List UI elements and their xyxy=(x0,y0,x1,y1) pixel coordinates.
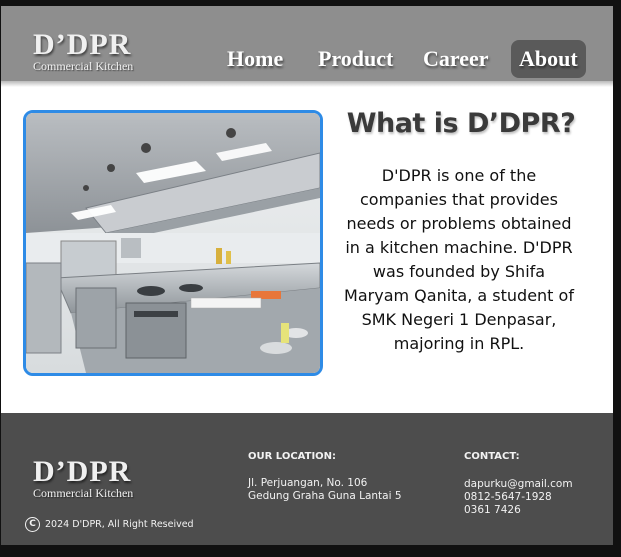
footer-logo-tagline: Commercial Kitchen xyxy=(33,486,134,500)
about-title: What is D’DPR? xyxy=(346,108,576,139)
kitchen-illustration xyxy=(26,113,320,373)
location-line-1: Jl. Perjuangan, No. 106 xyxy=(248,477,368,489)
kitchen-image xyxy=(23,110,323,376)
page: D’DPR Commercial Kitchen Home Product Ca… xyxy=(1,6,613,545)
nav-about[interactable]: About xyxy=(511,40,586,78)
copyright: C 2024 D'DPR, All Right Reseived xyxy=(25,517,194,532)
copyright-icon: C xyxy=(25,517,40,532)
contact-phone-2[interactable]: 0361 7426 xyxy=(464,504,521,517)
nav-product[interactable]: Product xyxy=(318,40,393,78)
logo-name: D’DPR xyxy=(33,28,132,61)
about-description: D'DPR is one of the companies that provi… xyxy=(344,166,574,353)
copyright-text: 2024 D'DPR, All Right Reseived xyxy=(45,519,194,530)
footer-logo[interactable]: D’DPR Commercial Kitchen xyxy=(33,455,134,500)
nav-career[interactable]: Career xyxy=(423,40,489,78)
logo-tagline: Commercial Kitchen xyxy=(33,59,134,73)
navbar-shadow xyxy=(1,81,613,87)
location-line-2: Gedung Graha Guna Lantai 5 xyxy=(248,490,402,502)
contact-email[interactable]: dapurku@gmail.com xyxy=(464,478,573,491)
footer-logo-name: D’DPR xyxy=(33,455,132,488)
contact-heading: CONTACT: xyxy=(464,451,520,462)
location-heading: OUR LOCATION: xyxy=(248,451,337,462)
nav-home[interactable]: Home xyxy=(227,40,283,78)
header-logo[interactable]: D’DPR Commercial Kitchen xyxy=(33,28,134,73)
contact-phone-1[interactable]: 0812-5647-1928 xyxy=(464,491,552,504)
footer: D’DPR Commercial Kitchen C 2024 D'DPR, A… xyxy=(1,413,613,545)
navbar: D’DPR Commercial Kitchen Home Product Ca… xyxy=(1,6,613,81)
